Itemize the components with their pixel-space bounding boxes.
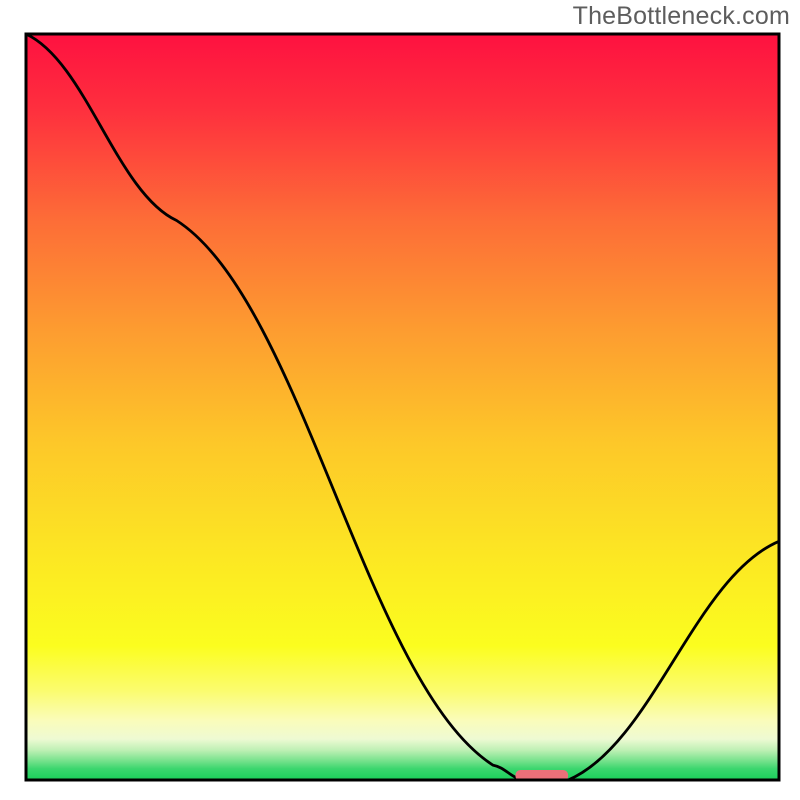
watermark-text: TheBottleneck.com (573, 2, 790, 31)
chart-container: TheBottleneck.com (0, 0, 800, 800)
plot-background (26, 34, 779, 780)
bottleneck-chart (0, 0, 800, 800)
